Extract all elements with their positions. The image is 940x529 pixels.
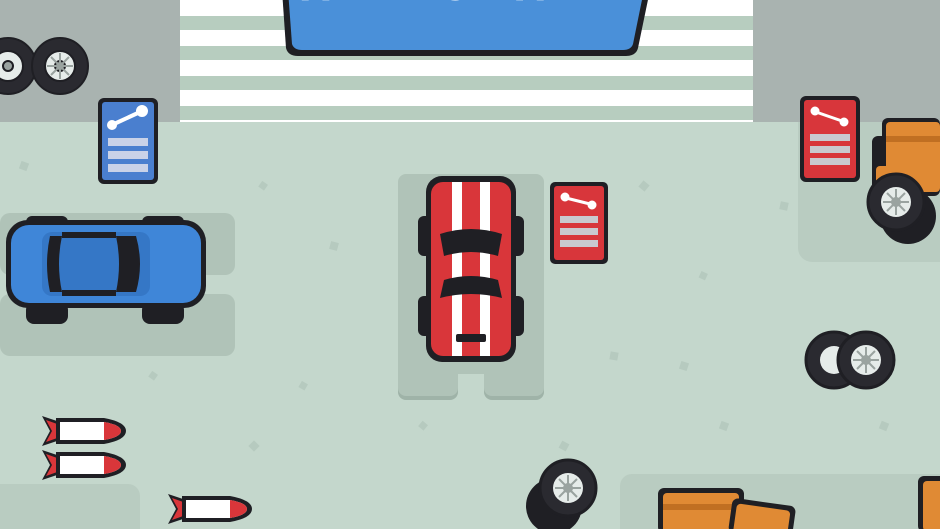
game-scene: ALIEN CLEANER xyxy=(0,0,940,529)
tire xyxy=(0,37,37,95)
title-sign: ALIEN CLEANER xyxy=(276,0,656,60)
tire-stack xyxy=(866,172,936,244)
red-striped-car[interactable] xyxy=(418,176,524,366)
rocket xyxy=(42,450,126,480)
title-sign-text: ALIEN CLEANER xyxy=(276,0,656,9)
blue-car[interactable] xyxy=(4,216,208,328)
orange-crate xyxy=(658,488,796,529)
upgrade-station-red-right[interactable] xyxy=(798,94,862,184)
parking-pad-bottom-left xyxy=(0,484,140,529)
upgrade-station-red-center[interactable] xyxy=(548,180,610,266)
tire-stack xyxy=(526,458,598,529)
orange-crate xyxy=(918,476,940,529)
upgrade-station-blue[interactable] xyxy=(96,96,160,186)
tire xyxy=(31,37,89,95)
tire-stack xyxy=(0,37,89,95)
tire-stack xyxy=(804,330,896,390)
rocket xyxy=(168,494,252,524)
